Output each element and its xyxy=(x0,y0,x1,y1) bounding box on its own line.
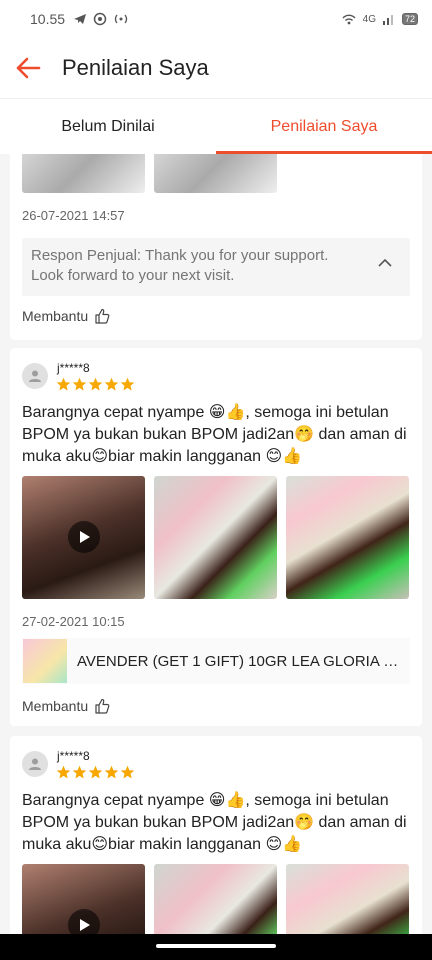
review-card: j*****8 Barangnya cepat nyampe 😁👍, semog… xyxy=(10,348,422,726)
status-notification-icons xyxy=(73,12,129,26)
reviewer-name: j*****8 xyxy=(57,749,90,763)
reviews-list[interactable]: 26-07-2021 14:57 Respon Penjual: Thank y… xyxy=(0,154,432,934)
review-video[interactable] xyxy=(22,476,145,599)
review-photo[interactable] xyxy=(22,154,145,193)
helpful-label: Membantu xyxy=(22,698,89,714)
review-card: j*****8 Barangnya cepat nyampe 😁👍, semog… xyxy=(10,736,422,934)
star-icon xyxy=(72,377,87,391)
reviewer-name: j*****8 xyxy=(57,361,90,375)
review-date: 27-02-2021 10:15 xyxy=(22,614,125,629)
helpful-label: Membantu xyxy=(22,308,89,324)
thumbs-up-icon xyxy=(95,698,110,714)
review-video[interactable] xyxy=(22,864,145,934)
chevron-up-icon[interactable] xyxy=(378,258,392,267)
star-icon xyxy=(120,377,135,391)
status-bar: 10.55 4G 72 xyxy=(0,0,432,38)
tab-belum-dinilai[interactable]: Belum Dinilai xyxy=(0,99,216,154)
review-photo[interactable] xyxy=(154,154,277,193)
product-name: AVENDER (GET 1 GIFT) 10GR LEA GLORIA VIT… xyxy=(77,652,399,670)
star-icon xyxy=(56,765,71,779)
star-icon xyxy=(88,377,103,391)
play-icon xyxy=(80,531,90,543)
tab-penilaian-saya[interactable]: Penilaian Saya xyxy=(216,99,432,154)
signal-icon xyxy=(382,15,393,25)
review-photo[interactable] xyxy=(154,476,277,599)
review-photos xyxy=(22,154,277,193)
avatar xyxy=(22,363,48,389)
seller-reply-text: Respon Penjual: Thank you for your suppo… xyxy=(31,247,329,284)
star-rating xyxy=(56,765,135,780)
star-icon xyxy=(72,765,87,779)
battery-icon: 72 xyxy=(401,13,418,25)
review-date: 26-07-2021 14:57 xyxy=(22,208,125,223)
hotspot-icon xyxy=(114,14,128,24)
review-photo[interactable] xyxy=(154,864,277,934)
back-button[interactable] xyxy=(0,38,56,98)
review-photo[interactable] xyxy=(286,864,409,934)
star-icon xyxy=(104,765,119,779)
helpful-button[interactable]: Membantu xyxy=(22,698,110,714)
page-title: Penilaian Saya xyxy=(62,55,209,80)
seller-reply[interactable]: Respon Penjual: Thank you for your suppo… xyxy=(22,238,410,296)
star-icon xyxy=(104,377,119,391)
home-gesture-handle[interactable] xyxy=(156,944,276,948)
review-tabs: Belum Dinilai Penilaian Saya xyxy=(0,98,432,154)
avatar xyxy=(22,751,48,777)
user-icon xyxy=(29,370,41,382)
user-icon xyxy=(29,758,41,770)
back-arrow-icon xyxy=(16,57,41,79)
navigation-bar xyxy=(0,934,432,960)
wifi-calling-icon xyxy=(342,14,356,25)
review-text: Barangnya cepat nyampe 😁👍, semoga ini be… xyxy=(22,404,407,465)
review-photo[interactable] xyxy=(286,476,409,599)
play-icon xyxy=(80,919,90,931)
thumbs-up-icon xyxy=(95,308,110,324)
review-photos xyxy=(22,864,409,934)
review-card: 26-07-2021 14:57 Respon Penjual: Thank y… xyxy=(10,154,422,340)
review-text: Barangnya cepat nyampe 😁👍, semoga ini be… xyxy=(22,792,407,853)
play-button[interactable] xyxy=(68,521,100,553)
app-header: Penilaian Saya xyxy=(0,38,432,98)
status-time: 10.55 xyxy=(30,11,66,27)
helpful-button[interactable]: Membantu xyxy=(22,308,110,324)
status-system-icons: 4G 72 xyxy=(341,12,418,26)
product-thumbnail xyxy=(23,639,67,683)
network-type: 4G xyxy=(362,13,376,25)
star-icon xyxy=(56,377,71,391)
chrome-icon xyxy=(93,12,107,26)
telegram-icon xyxy=(74,14,87,24)
review-photos xyxy=(22,476,409,599)
play-button[interactable] xyxy=(68,909,100,934)
star-rating xyxy=(56,377,135,392)
star-icon xyxy=(120,765,135,779)
product-link[interactable]: AVENDER (GET 1 GIFT) 10GR LEA GLORIA VIT… xyxy=(22,638,410,684)
star-icon xyxy=(88,765,103,779)
